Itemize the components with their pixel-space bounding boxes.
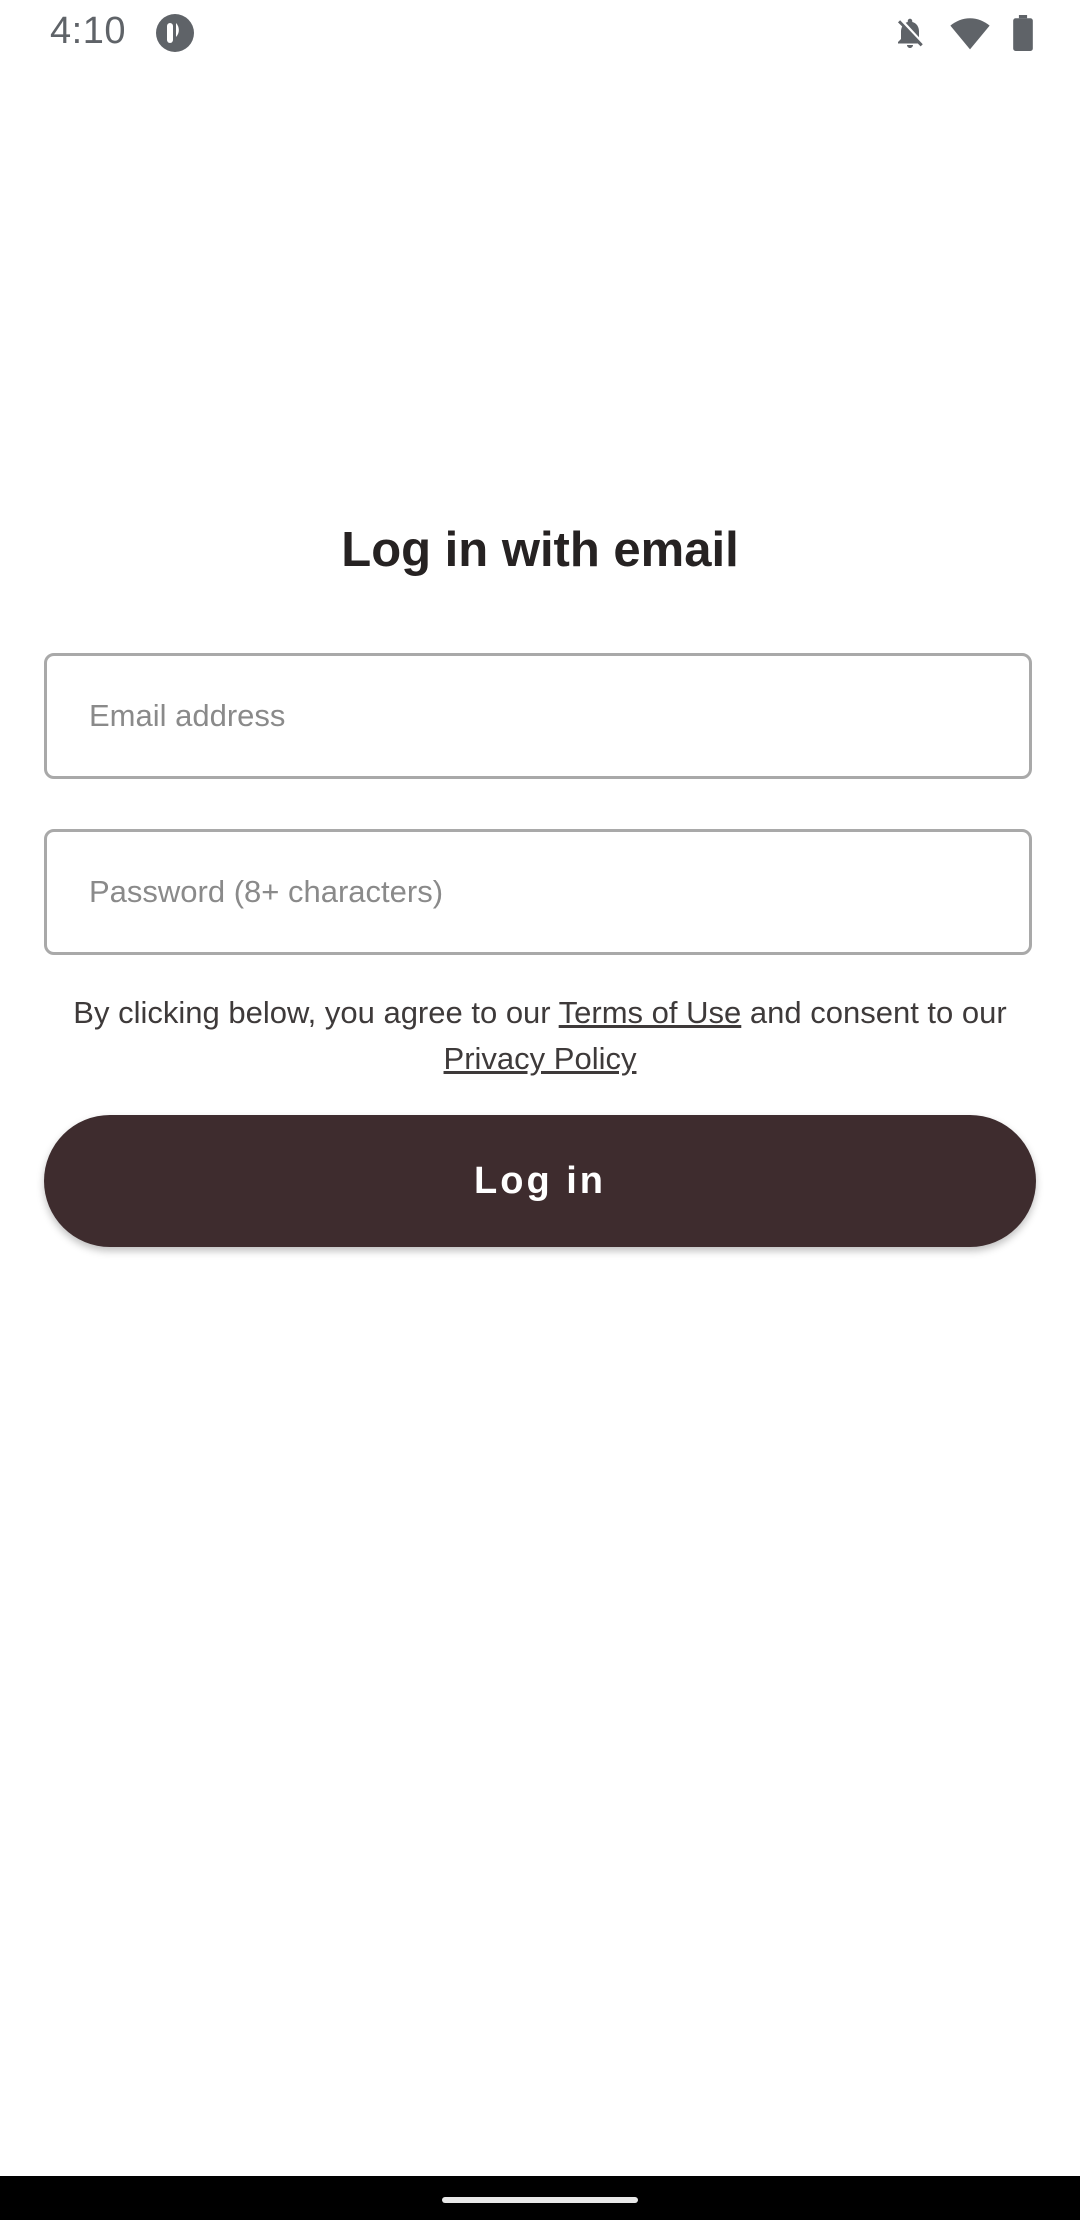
email-input[interactable]	[89, 698, 989, 734]
home-gesture-handle[interactable]	[442, 2197, 638, 2203]
status-icons	[892, 14, 1034, 52]
wifi-icon	[950, 15, 990, 51]
login-button[interactable]: Log in	[44, 1115, 1036, 1247]
password-field[interactable]	[44, 829, 1032, 955]
status-bar: 4:10	[0, 0, 1080, 66]
app-badge-icon	[156, 14, 194, 52]
navigation-bar	[0, 2176, 1080, 2220]
legal-middle: and consent to our	[741, 995, 1007, 1030]
notifications-off-icon	[892, 15, 928, 51]
legal-consent-text: By clicking below, you agree to our Term…	[60, 990, 1020, 1082]
terms-of-use-link[interactable]: Terms of Use	[559, 995, 742, 1030]
email-field[interactable]	[44, 653, 1032, 779]
status-time: 4:10	[50, 10, 126, 52]
login-screen: 4:10 Log in with email Email address By …	[0, 0, 1080, 2220]
legal-prefix: By clicking below, you agree to our	[73, 995, 559, 1030]
battery-icon	[1012, 15, 1034, 51]
page-title: Log in with email	[341, 523, 739, 577]
privacy-policy-link[interactable]: Privacy Policy	[444, 1041, 637, 1076]
password-input[interactable]	[89, 874, 989, 910]
